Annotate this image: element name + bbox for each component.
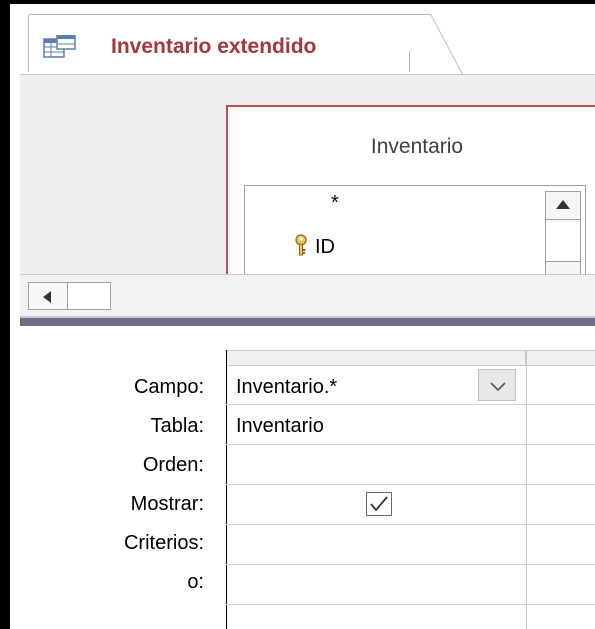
grid-row-line: [226, 604, 595, 605]
hscroll-thumb[interactable]: [67, 282, 111, 310]
design-pane-hscrollbar[interactable]: [20, 274, 595, 316]
grid-row-line: [226, 484, 595, 485]
grid-left-border: [226, 350, 227, 629]
campo-dropdown-button[interactable]: [478, 369, 516, 401]
row-label-campo: Campo:: [133, 376, 204, 398]
table-title[interactable]: Inventario: [228, 135, 595, 159]
scroll-left-button[interactable]: [28, 282, 68, 310]
row-label-tabla: Tabla:: [150, 415, 204, 437]
query-design-pane[interactable]: Inventario * ID: [20, 74, 595, 274]
triangle-up-icon: [556, 200, 570, 209]
scroll-up-button[interactable]: [546, 192, 580, 220]
scroll-thumb[interactable]: [546, 222, 580, 262]
pane-splitter[interactable]: [20, 316, 595, 326]
grid-row-line: [226, 524, 595, 525]
row-label-orden: Orden:: [142, 454, 204, 476]
column-selector-2[interactable]: [526, 350, 595, 366]
row-label-criterios: Criterios:: [123, 532, 204, 554]
tab-title: Inventario extendido: [111, 35, 317, 58]
grid-column-divider: [526, 350, 527, 629]
primary-key-icon: [293, 234, 309, 256]
query-design-grid[interactable]: Campo: Tabla: Orden: Mostrar: Criterios:…: [20, 326, 595, 629]
field-all[interactable]: *: [331, 192, 339, 215]
table-field-list-inventario[interactable]: Inventario * ID: [226, 105, 595, 274]
checkmark-icon: [370, 496, 388, 512]
row-label-mostrar: Mostrar:: [130, 493, 204, 515]
grid-row-line: [226, 444, 595, 445]
field-list-scrollbar[interactable]: [545, 191, 581, 274]
grid-row-line: [226, 404, 595, 405]
query-design-window: Inventario extendido Inventario * ID Cam…: [0, 0, 595, 629]
query-icon: [43, 34, 77, 61]
column-selector-1[interactable]: [226, 350, 526, 366]
triangle-left-icon: [43, 291, 51, 303]
document-tab-strip: Inventario extendido: [20, 8, 595, 74]
grid-row-line: [226, 564, 595, 565]
cell-campo-1[interactable]: Inventario.*: [236, 376, 337, 399]
tab-inventario-extendido[interactable]: Inventario extendido: [28, 14, 410, 72]
mostrar-checkbox-1[interactable]: [366, 492, 392, 516]
field-list[interactable]: * ID: [244, 185, 586, 274]
row-label-o: o:: [187, 571, 204, 593]
chevron-down-icon: [490, 382, 506, 392]
cell-tabla-1[interactable]: Inventario: [236, 415, 324, 438]
field-id[interactable]: ID: [315, 236, 335, 259]
